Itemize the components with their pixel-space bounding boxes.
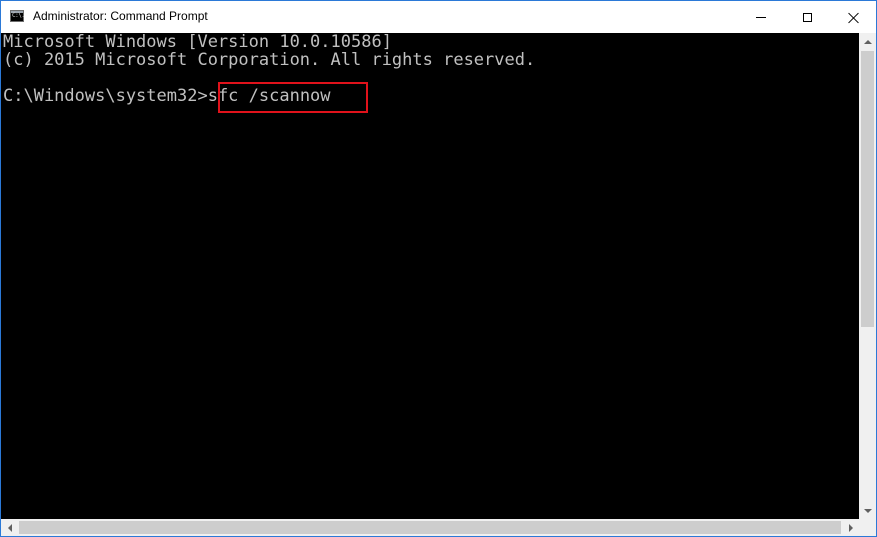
close-icon [848, 12, 859, 23]
arrow-down-icon [863, 508, 872, 513]
vertical-scrollbar[interactable] [859, 33, 876, 519]
arrow-up-icon [863, 39, 872, 44]
scroll-right-button[interactable] [842, 519, 859, 536]
scrollbar-corner [859, 519, 876, 536]
console-line-version: Microsoft Windows [Version 10.0.10586] [3, 33, 392, 52]
console-line-copyright: (c) 2015 Microsoft Corporation. All righ… [3, 50, 536, 70]
horizontal-scrollbar[interactable] [1, 519, 859, 536]
minimize-icon [756, 16, 766, 18]
command-highlight-box [218, 82, 368, 113]
minimize-button[interactable] [738, 1, 784, 33]
vertical-scroll-thumb[interactable] [861, 51, 874, 327]
cmd-icon-glyph: C:\. [12, 12, 25, 19]
arrow-right-icon [848, 523, 853, 532]
maximize-icon [802, 12, 812, 22]
cmd-icon[interactable]: C:\. [10, 10, 25, 22]
horizontal-scroll-thumb[interactable] [19, 521, 841, 534]
maximize-button[interactable] [784, 1, 830, 33]
scroll-down-button[interactable] [859, 502, 876, 519]
console-output[interactable]: Microsoft Windows [Version 10.0.10586] (… [1, 33, 859, 519]
window-title: Administrator: Command Prompt [33, 9, 208, 23]
title-bar[interactable]: C:\. Administrator: Command Prompt [1, 1, 876, 33]
console-prompt: C:\Windows\system32> [3, 86, 208, 106]
scroll-left-button[interactable] [1, 519, 18, 536]
scroll-up-button[interactable] [859, 33, 876, 50]
close-button[interactable] [830, 1, 876, 33]
command-prompt-window: C:\. Administrator: Command Prompt Micro… [0, 0, 877, 537]
arrow-left-icon [7, 523, 12, 532]
